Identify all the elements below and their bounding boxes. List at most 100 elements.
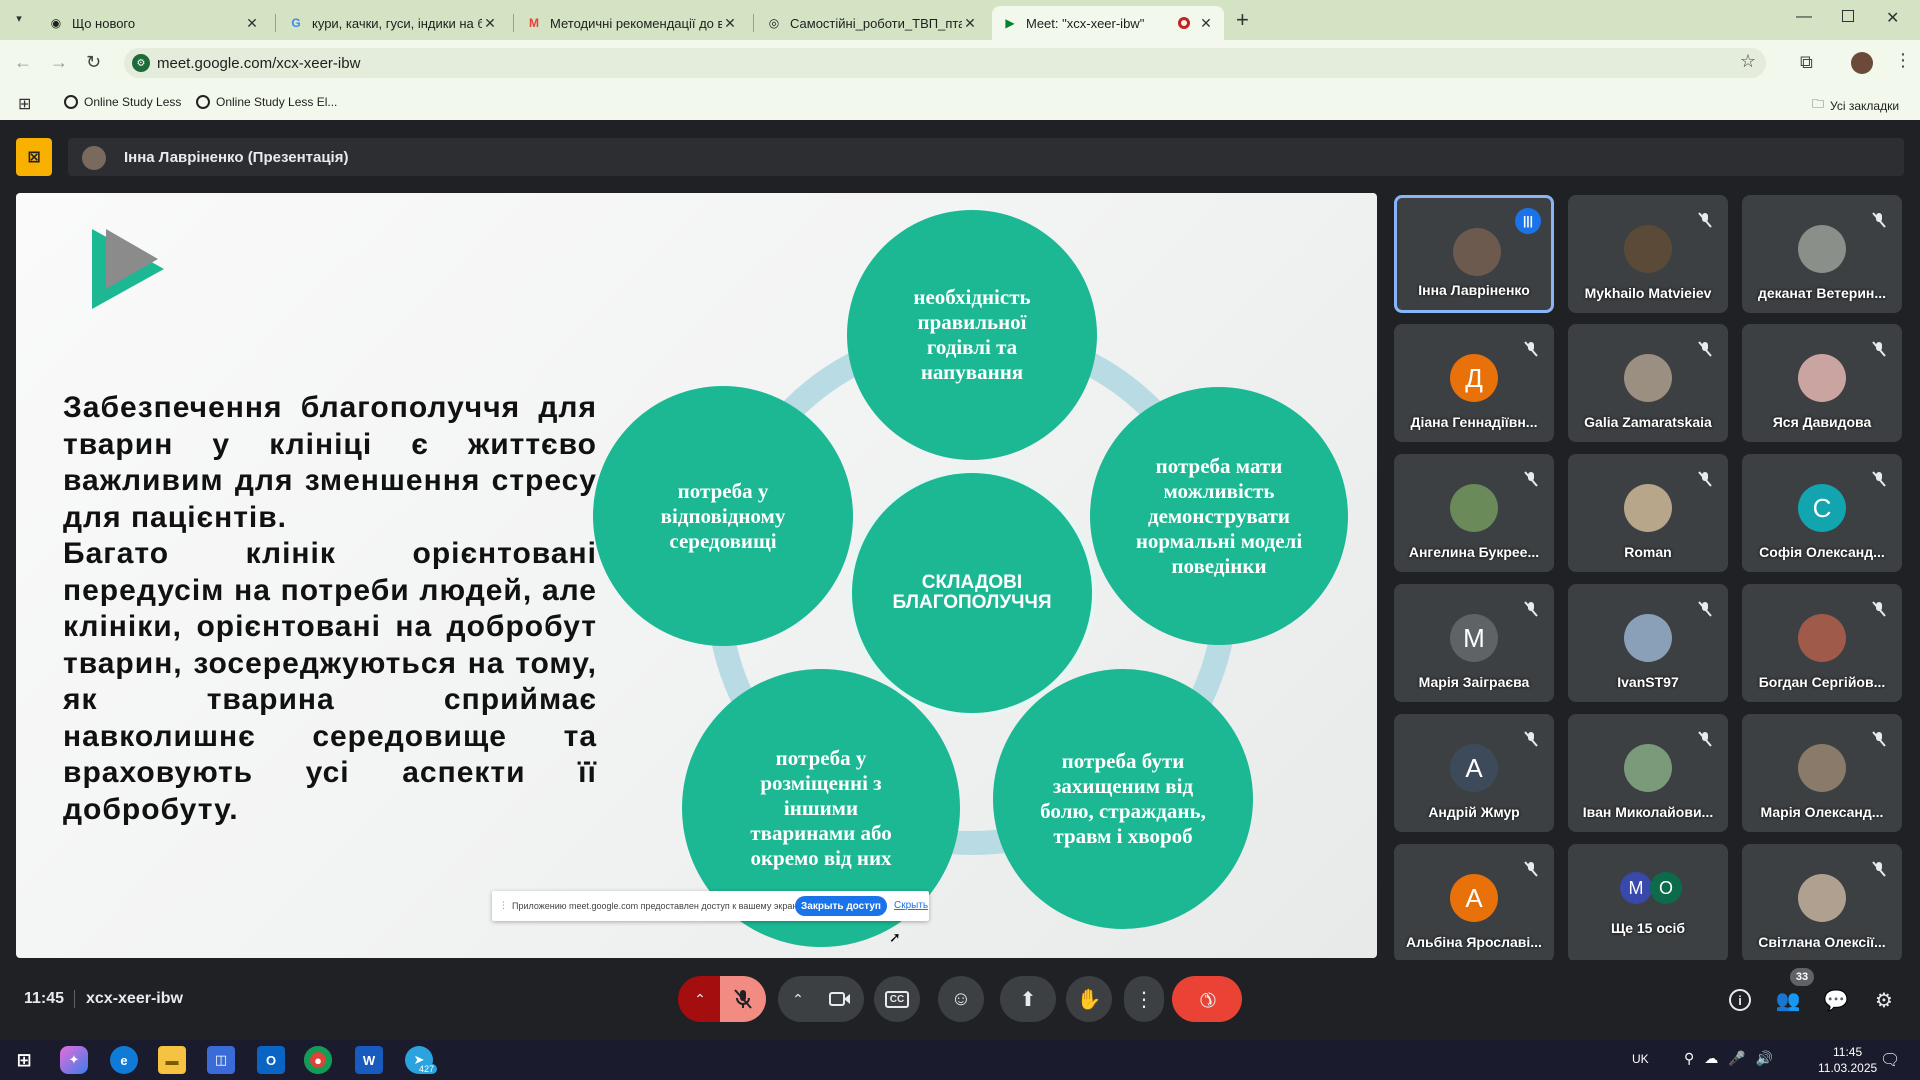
emoji-icon: ☺ bbox=[950, 987, 972, 1010]
bookmark-star-icon[interactable]: ☆ bbox=[1740, 51, 1756, 72]
participant-tile[interactable]: Д Діана Геннадіївн... bbox=[1394, 324, 1554, 442]
more-options-button[interactable]: ⋮ bbox=[1124, 976, 1164, 1022]
meeting-info-button[interactable]: i bbox=[1726, 986, 1754, 1014]
participant-tile[interactable]: Марія Олександ... bbox=[1742, 714, 1902, 832]
close-icon[interactable]: ✕ bbox=[722, 15, 738, 32]
explorer-icon[interactable]: ▬ bbox=[158, 1046, 186, 1074]
participant-name: Ще 15 осіб bbox=[1610, 920, 1686, 936]
avatar bbox=[1798, 614, 1846, 662]
bookmark-site-icon bbox=[64, 95, 78, 109]
raise-hand-button[interactable]: ✋ bbox=[1066, 976, 1112, 1022]
edge-icon[interactable]: e bbox=[110, 1046, 138, 1074]
hide-banner-link[interactable]: Скрыть bbox=[894, 900, 928, 911]
participant-tile[interactable]: Іван Миколайови... bbox=[1568, 714, 1728, 832]
participant-name: Діана Геннадіївн... bbox=[1410, 414, 1538, 430]
participant-tile[interactable]: деканат Ветерин... bbox=[1742, 195, 1902, 313]
present-now-button[interactable]: ⬆ bbox=[1000, 976, 1056, 1022]
bookmark-online-study-el[interactable]: Online Study Less El... bbox=[196, 95, 337, 109]
mic-off-button[interactable] bbox=[720, 976, 766, 1022]
participant-tile[interactable]: Mykhailo Matvieiev bbox=[1568, 195, 1728, 313]
drag-handle-icon[interactable]: ⋮ bbox=[499, 900, 508, 911]
participant-name: Galia Zamaratskaia bbox=[1584, 414, 1712, 430]
participant-name: Андрій Жмур bbox=[1428, 804, 1520, 820]
stop-sharing-button[interactable]: Закрыть доступ bbox=[795, 896, 887, 916]
store-icon[interactable]: ◫ bbox=[207, 1046, 235, 1074]
menu-dots-icon[interactable]: ⋮ bbox=[1894, 50, 1912, 71]
window-close-icon[interactable]: ✕ bbox=[1886, 8, 1899, 28]
participant-tile[interactable]: А Альбіна Ярославі... bbox=[1394, 844, 1554, 962]
captions-icon: CC bbox=[884, 990, 910, 1008]
tab-search[interactable]: G кури, качки, гуси, індики на бі ✕ bbox=[278, 6, 508, 40]
avatar: С bbox=[1798, 484, 1846, 532]
copilot-icon[interactable]: ✦ bbox=[60, 1046, 88, 1074]
close-icon[interactable]: ✕ bbox=[962, 15, 978, 32]
input-language[interactable]: UK bbox=[1632, 1052, 1649, 1066]
video-options-button[interactable]: ⌃ bbox=[778, 976, 818, 1022]
mic-off-icon bbox=[1694, 209, 1716, 231]
new-tab-button[interactable]: + bbox=[1236, 7, 1249, 33]
tab-whats-new[interactable]: ◉ Що нового ✕ bbox=[38, 6, 270, 40]
close-icon[interactable]: ✕ bbox=[482, 15, 498, 32]
profile-avatar[interactable] bbox=[1851, 52, 1873, 74]
participant-tile[interactable]: Roman bbox=[1568, 454, 1728, 572]
chrome-icon[interactable]: ● bbox=[304, 1046, 332, 1074]
audio-options-button[interactable]: ⌃ bbox=[678, 976, 722, 1022]
tray-icons[interactable]: ⚲☁🎤🔊 bbox=[1684, 1050, 1783, 1067]
tab-course[interactable]: ◎ Самостійні_роботи_ТВП_птахів ✕ bbox=[756, 6, 988, 40]
site-info-icon[interactable]: ⚙ bbox=[132, 54, 150, 72]
reactions-button[interactable]: ☺ bbox=[938, 976, 984, 1022]
restore-icon[interactable] bbox=[1842, 10, 1854, 22]
bookmark-online-study[interactable]: Online Study Less bbox=[64, 95, 181, 109]
omnibox[interactable]: ⚙ ☆ bbox=[124, 48, 1766, 78]
participant-tile[interactable]: ||| Інна Лавріненко bbox=[1394, 195, 1554, 313]
close-icon[interactable]: ✕ bbox=[1198, 15, 1214, 32]
participant-name: Марія Олександ... bbox=[1760, 804, 1884, 820]
minimize-icon[interactable]: — bbox=[1796, 8, 1812, 26]
notifications-icon[interactable]: 🗨 bbox=[1880, 1050, 1900, 1070]
tray-clock[interactable]: 11:45 11.03.2025 bbox=[1818, 1044, 1877, 1076]
participant-tile[interactable]: IvanST97 bbox=[1568, 584, 1728, 702]
leave-call-button[interactable]: ✆ bbox=[1172, 976, 1242, 1022]
participant-tile[interactable]: М О Ще 15 осіб bbox=[1568, 844, 1728, 962]
participant-tile[interactable]: Богдан Сергійов... bbox=[1742, 584, 1902, 702]
close-icon[interactable]: ✕ bbox=[244, 15, 260, 32]
folder-icon: 🗀 bbox=[1812, 97, 1825, 111]
participant-tile[interactable]: Світлана Олексії... bbox=[1742, 844, 1902, 962]
participant-tile[interactable]: Ангелина Букрее... bbox=[1394, 454, 1554, 572]
word-icon[interactable]: W bbox=[355, 1046, 383, 1074]
people-button[interactable]: 👥 bbox=[1774, 986, 1802, 1014]
back-icon[interactable]: ← bbox=[14, 52, 32, 73]
participant-tile[interactable]: Galia Zamaratskaia bbox=[1568, 324, 1728, 442]
mic-off-icon bbox=[1694, 598, 1716, 620]
extensions-icon[interactable]: ⧉ bbox=[1800, 52, 1813, 73]
participant-tile[interactable]: Яся Давидова bbox=[1742, 324, 1902, 442]
divider bbox=[74, 990, 75, 1008]
camera-button[interactable] bbox=[816, 976, 864, 1022]
mic-off-icon bbox=[1520, 468, 1542, 490]
tab-gmail[interactable]: M Методичні рекомендації до ві ✕ bbox=[516, 6, 748, 40]
outlook-icon[interactable]: O bbox=[257, 1046, 285, 1074]
all-bookmarks[interactable]: 🗀 Усі закладки bbox=[1812, 95, 1899, 116]
avatar bbox=[1798, 354, 1846, 402]
speaking-icon: ||| bbox=[1515, 208, 1541, 234]
captions-button[interactable]: CC bbox=[874, 976, 920, 1022]
tab-search-button[interactable]: ▾ bbox=[10, 12, 28, 30]
participant-tile[interactable]: А Андрій Жмур bbox=[1394, 714, 1554, 832]
activities-button[interactable]: ⚙ bbox=[1870, 986, 1898, 1014]
avatar bbox=[1624, 484, 1672, 532]
forward-icon[interactable]: → bbox=[50, 52, 68, 73]
reload-icon[interactable]: ↻ bbox=[86, 52, 101, 73]
tab-meet[interactable]: ▶ Meet: "xcx-xeer-ibw" ✕ bbox=[992, 6, 1224, 40]
chat-button[interactable]: 💬 bbox=[1822, 986, 1850, 1014]
info-icon: i bbox=[1729, 989, 1751, 1011]
url-text[interactable]: meet.google.com/xcx-xeer-ibw bbox=[157, 55, 360, 72]
mic-off-icon bbox=[1520, 858, 1542, 880]
center-circle: СКЛАДОВІ БЛАГОПОЛУЧЧЯ bbox=[852, 473, 1092, 713]
participant-tile[interactable]: М Марія Заіграєва bbox=[1394, 584, 1554, 702]
start-icon[interactable]: ⊞ bbox=[10, 1046, 38, 1074]
chat-icon: 💬 bbox=[1823, 989, 1849, 1012]
bookmarks-bar: ⊞ Online Study Less Online Study Less El… bbox=[0, 86, 1920, 120]
presentation-icon[interactable]: ⊠ bbox=[16, 138, 52, 176]
apps-grid-icon[interactable]: ⊞ bbox=[18, 94, 31, 114]
participant-tile[interactable]: С Софія Олександ... bbox=[1742, 454, 1902, 572]
